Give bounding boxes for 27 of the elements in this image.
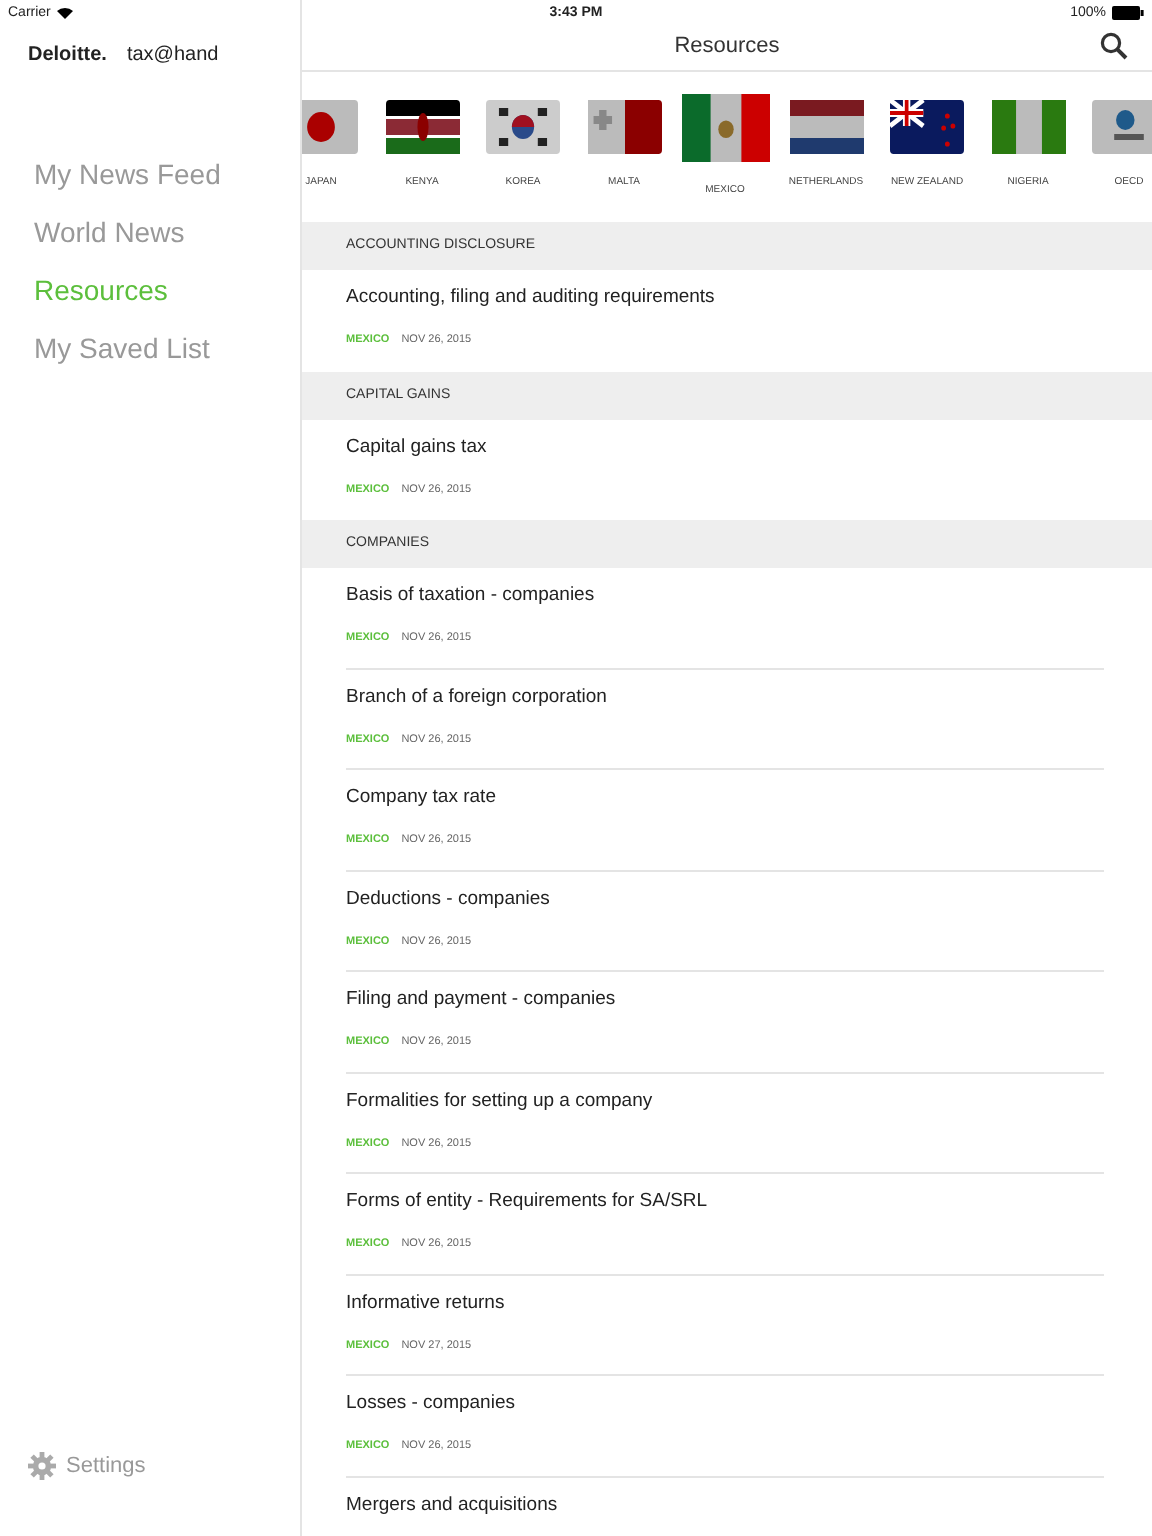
- article-title[interactable]: Formalities for setting up a company: [346, 1089, 1104, 1111]
- article-title[interactable]: Basis of taxation - companies: [346, 584, 1104, 606]
- article-title[interactable]: Capital gains tax: [346, 435, 1104, 457]
- flag-icon: [890, 100, 964, 154]
- article-title[interactable]: Company tax rate: [346, 786, 1104, 808]
- flag-icon: [302, 100, 358, 154]
- article-title[interactable]: Forms of entity - Requirements for SA/SRL: [346, 1190, 1104, 1212]
- flag-icon: [587, 100, 661, 154]
- page-title: Resources: [674, 33, 780, 57]
- wifi-icon: [56, 5, 75, 19]
- article-title[interactable]: Informative returns: [346, 1291, 1104, 1313]
- flag-icon: [486, 100, 560, 154]
- article-title[interactable]: Filing and payment - companies: [346, 988, 1104, 1010]
- battery-icon: [1112, 5, 1144, 19]
- flag-icon: [681, 94, 769, 162]
- flag-icon: [991, 100, 1065, 154]
- article-title[interactable]: Deductions - companies: [346, 887, 1104, 909]
- flag-icon: [385, 100, 459, 154]
- article-title[interactable]: Accounting, filing and auditing requirements: [346, 286, 1104, 308]
- search-icon[interactable]: [1100, 32, 1128, 60]
- flag-icon: [1092, 100, 1152, 154]
- article-title[interactable]: Losses - companies: [346, 1392, 1104, 1414]
- article-title[interactable]: Branch of a foreign corporation: [346, 685, 1104, 707]
- app-name: tax@hand: [126, 44, 219, 66]
- brand-logo: Deloitte.: [28, 44, 107, 66]
- article-title[interactable]: Mergers and acquisitions: [346, 1493, 1104, 1515]
- flag-icon: [789, 100, 863, 154]
